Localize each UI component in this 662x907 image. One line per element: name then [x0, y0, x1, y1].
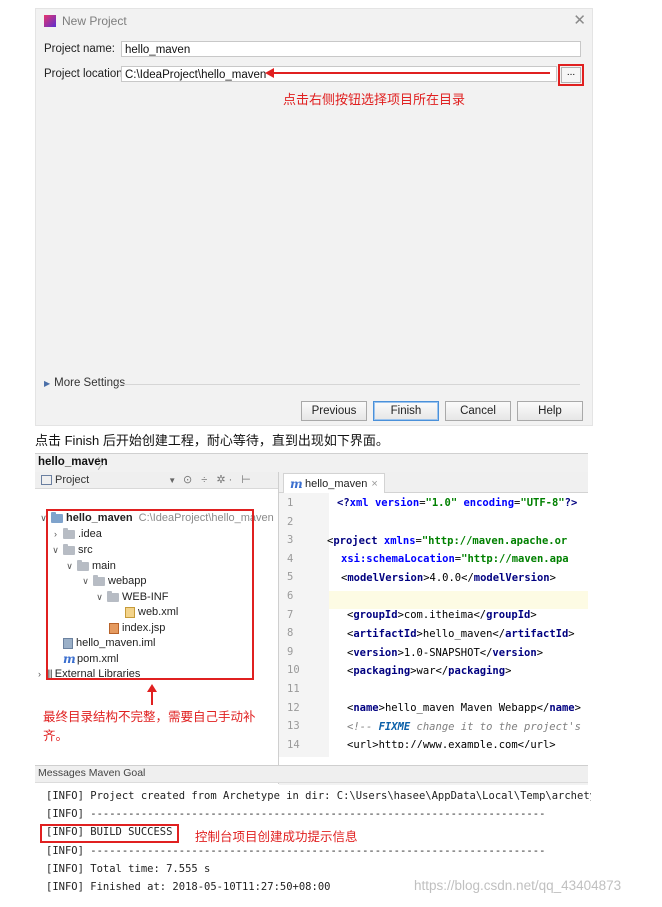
more-settings-toggle[interactable]: ▶ More Settings: [44, 377, 125, 389]
code-line: <name>hello_maven Maven Webapp</name>: [347, 702, 581, 714]
editor-tab-label: hello_maven: [305, 477, 368, 490]
editor-tab-pom[interactable]: m hello_maven ×: [283, 473, 385, 493]
project-panel-header: Project ▼ ⊙ ÷ ✲· ⊢: [35, 472, 278, 489]
watermark: https://blog.csdn.net/qq_43404873: [414, 878, 622, 893]
build-success-highlight: [40, 824, 179, 843]
console-header: Messages Maven Goal: [35, 765, 588, 783]
breadcrumb-separator-icon: 〉: [97, 456, 111, 472]
tree-highlight-box: [46, 509, 254, 680]
new-project-dialog: New Project ✕ Project name: hello_maven …: [35, 8, 593, 426]
console-line: [INFO] Finished at: 2018-05-10T11:27:50+…: [46, 881, 331, 893]
line-number: 3: [287, 534, 294, 547]
browse-button-highlight: [558, 64, 584, 86]
console-tabs[interactable]: Messages Maven Goal: [38, 767, 145, 779]
previous-button[interactable]: Previous: [301, 401, 367, 421]
code-line: <version>1.0-SNAPSHOT</version>: [347, 647, 544, 659]
cancel-button[interactable]: Cancel: [445, 401, 511, 421]
console-line: [INFO] Project created from Archetype in…: [46, 790, 591, 802]
chevron-down-icon: ▼: [168, 475, 177, 485]
dialog-title: New Project: [44, 14, 127, 28]
console-annotation: 控制台项目创建成功提示信息: [195, 830, 358, 844]
code-line: <!-- FIXME change it to the project's: [347, 721, 581, 733]
maven-icon: m: [290, 476, 303, 491]
line-number: 13: [287, 720, 300, 733]
console-line: [INFO] ---------------------------------…: [46, 845, 546, 857]
project-location-field[interactable]: C:\IdeaProject\hello_maven: [121, 66, 557, 82]
console-line: [INFO] ---------------------------------…: [46, 808, 546, 820]
code-line: <groupId>com.itheima</groupId>: [347, 609, 537, 621]
panel-toolbar-icons[interactable]: ⊙ ÷ ✲· ⊢: [183, 473, 254, 486]
code-line: <?xml version="1.0" encoding="UTF-8"?>: [337, 497, 578, 509]
more-settings-label: More Settings: [54, 377, 126, 389]
line-number: 5: [287, 571, 294, 584]
ide-window: hello_maven 〉 Project ▼ ⊙ ÷ ✲· ⊢ ∨ hello_…: [35, 453, 588, 785]
code-line: <artifactId>hello_maven</artifactId>: [347, 628, 575, 640]
navigation-bar: hello_maven 〉: [35, 454, 588, 473]
line-number: 7: [287, 608, 294, 621]
project-name-label: Project name:: [44, 43, 115, 55]
line-number: 9: [287, 645, 294, 658]
browse-annotation: 点击右侧按钮选择项目所在目录: [283, 92, 466, 107]
line-number: 10: [287, 664, 300, 677]
project-icon: [41, 475, 52, 485]
close-icon[interactable]: ×: [371, 478, 377, 490]
line-number-gutter: 1 2 3 4 5 6 7 8 9 10 11 12 13 14: [279, 493, 329, 757]
line-number: 12: [287, 701, 300, 714]
code-line: <url>http://www.example.com</url>: [347, 739, 556, 748]
caption-text: 点击 Finish 后开始创建工程，耐心等待，直到出现如下界面。: [35, 433, 389, 448]
line-number: 1: [287, 497, 294, 509]
annotation-arrow-line: [272, 72, 550, 74]
project-panel-title: Project: [55, 474, 90, 486]
editor-tab-bar: m hello_maven ×: [279, 472, 588, 493]
line-number: 6: [287, 590, 294, 602]
finish-button[interactable]: Finish: [373, 401, 439, 421]
line-number: 11: [287, 683, 300, 695]
line-number: 2: [287, 515, 294, 528]
chevron-right-icon: ▶: [44, 378, 51, 388]
chevron-right-icon[interactable]: ›: [35, 669, 44, 679]
current-line-highlight: [329, 591, 588, 609]
project-view-selector[interactable]: Project ▼: [41, 474, 176, 486]
line-number: 8: [287, 627, 294, 640]
code-line: <packaging>war</packaging>: [347, 665, 512, 677]
editor-pane: m hello_maven × 1 2 3 4 5 6 7 8 9 10 11 12 13 14 <?xm…: [279, 472, 588, 785]
annotation-arrow-head: [265, 68, 274, 78]
tree-annotation: 最终目录结构不完整，需要自己手动补齐。: [43, 710, 256, 743]
project-location-label: Project location:: [44, 68, 126, 80]
annotation-arrow-line: [151, 691, 153, 705]
dialog-title-text: New Project: [62, 14, 127, 28]
project-tool-window: Project ▼ ⊙ ÷ ✲· ⊢ ∨ hello_maven C:\IdeaPr…: [35, 472, 279, 784]
close-icon[interactable]: ✕: [573, 11, 586, 29]
intellij-logo-icon: [44, 15, 56, 27]
code-line: xsi:schemaLocation="http://maven.apa: [341, 553, 569, 565]
console-line: [INFO] Total time: 7.555 s: [46, 863, 211, 875]
project-name-field[interactable]: hello_maven: [121, 41, 581, 57]
code-line: <project xmlns="http://maven.apache.or: [327, 535, 568, 547]
code-line: <modelVersion>4.0.0</modelVersion>: [341, 572, 556, 584]
divider: [118, 384, 580, 385]
line-number: 4: [287, 552, 294, 565]
help-button[interactable]: Help: [517, 401, 583, 421]
line-number: 14: [287, 738, 300, 751]
